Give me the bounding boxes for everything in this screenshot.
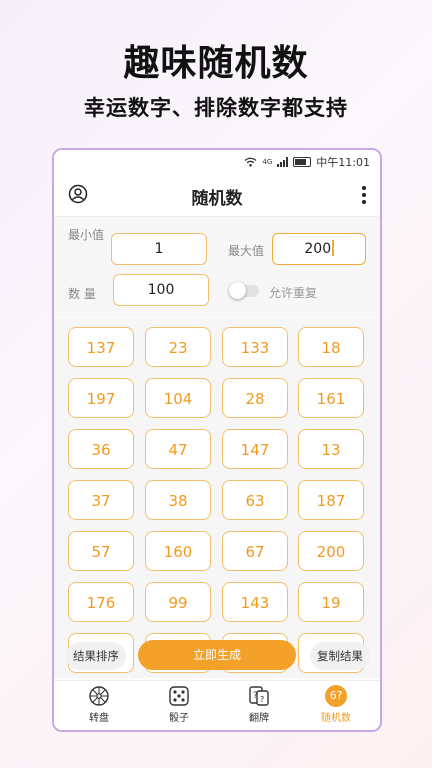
count-input[interactable]: 100	[113, 274, 209, 306]
result-number-cell[interactable]: 143	[222, 582, 288, 622]
result-number-cell[interactable]: 18	[298, 327, 364, 367]
bottom-nav: 转盘 骰子 ? ? 翻牌 6? 随机数	[54, 680, 380, 730]
svg-text:?: ?	[260, 695, 264, 704]
page-title: 随机数	[191, 189, 243, 209]
result-number-cell[interactable]: 187	[298, 480, 364, 520]
max-value-text: 200	[304, 241, 332, 257]
results-grid: 137 23 133 18 197 104 28 161 36 47 147 13 37 38 63 187 5…	[54, 318, 380, 678]
nav-item-wheel[interactable]: 转盘	[69, 685, 129, 724]
wifi-icon	[244, 157, 257, 167]
cards-icon: ? ?	[249, 686, 269, 706]
max-label: 最大值	[228, 244, 265, 258]
app-bar: 随机数	[54, 174, 380, 217]
result-number-cell[interactable]: 23	[145, 327, 211, 367]
signal-icon	[277, 157, 289, 167]
result-number-cell[interactable]: 63	[222, 480, 288, 520]
promo-title: 趣味随机数	[123, 43, 309, 84]
min-value-input[interactable]: 1	[111, 233, 207, 265]
result-number-cell[interactable]: 28	[222, 378, 288, 418]
nav-label-dice: 骰子	[169, 713, 189, 724]
nav-label-random-number: 随机数	[321, 713, 351, 724]
result-number-cell[interactable]: 104	[145, 378, 211, 418]
nav-label-cards: 翻牌	[249, 713, 269, 724]
count-label: 数 量	[68, 287, 96, 301]
nav-item-dice[interactable]: 骰子	[149, 685, 209, 724]
wheel-icon	[89, 686, 109, 706]
result-number-cell[interactable]: 133	[222, 327, 288, 367]
settings-panel: 最小值 1 最大值 200 数 量 100 允许重复	[54, 217, 380, 317]
allow-repeat-label: 允许重复	[269, 286, 318, 300]
max-value-input[interactable]: 200	[272, 233, 366, 265]
copy-results-button[interactable]: 复制结果	[310, 642, 370, 670]
result-number-cell[interactable]: 200	[298, 531, 364, 571]
promo-subtitle: 幸运数字、排除数字都支持	[84, 96, 348, 120]
result-number-cell[interactable]: 160	[145, 531, 211, 571]
status-bar: 4G 中午11:01	[54, 150, 380, 174]
nav-item-cards[interactable]: ? ? 翻牌	[229, 685, 289, 724]
result-number-cell[interactable]: 67	[222, 531, 288, 571]
result-number-cell[interactable]: 13	[298, 429, 364, 469]
result-number-cell[interactable]: 47	[145, 429, 211, 469]
result-number-cell[interactable]: 19	[298, 582, 364, 622]
result-number-cell[interactable]: 38	[145, 480, 211, 520]
result-number-cell[interactable]: 36	[68, 429, 134, 469]
dice-icon	[169, 686, 189, 706]
result-number-cell[interactable]: 147	[222, 429, 288, 469]
result-number-cell[interactable]: 176	[68, 582, 134, 622]
min-label: 最小值	[68, 228, 105, 242]
generate-button[interactable]: 立即生成	[138, 640, 296, 670]
nav-label-wheel: 转盘	[89, 713, 109, 724]
result-number-cell[interactable]: 197	[68, 378, 134, 418]
allow-repeat-toggle[interactable]	[229, 282, 259, 299]
more-menu-icon[interactable]	[360, 184, 368, 206]
result-number-cell[interactable]: 137	[68, 327, 134, 367]
network-type: 4G	[262, 158, 273, 166]
result-number-cell[interactable]: 57	[68, 531, 134, 571]
random-number-icon: 6?	[325, 685, 347, 707]
nav-item-random-number[interactable]: 6? 随机数	[306, 685, 366, 724]
result-number-cell[interactable]: 99	[145, 582, 211, 622]
result-number-cell[interactable]: 37	[68, 480, 134, 520]
text-caret	[332, 240, 334, 256]
svg-text:?: ?	[253, 691, 258, 701]
phone-frame: 4G 中午11:01 随机数 最小值 1 最大值 200 数 量 100 允许重…	[52, 148, 382, 732]
result-number-cell[interactable]: 161	[298, 378, 364, 418]
battery-icon	[293, 157, 312, 167]
status-time: 中午11:01	[316, 156, 370, 169]
sort-results-button[interactable]: 结果排序	[66, 642, 126, 670]
